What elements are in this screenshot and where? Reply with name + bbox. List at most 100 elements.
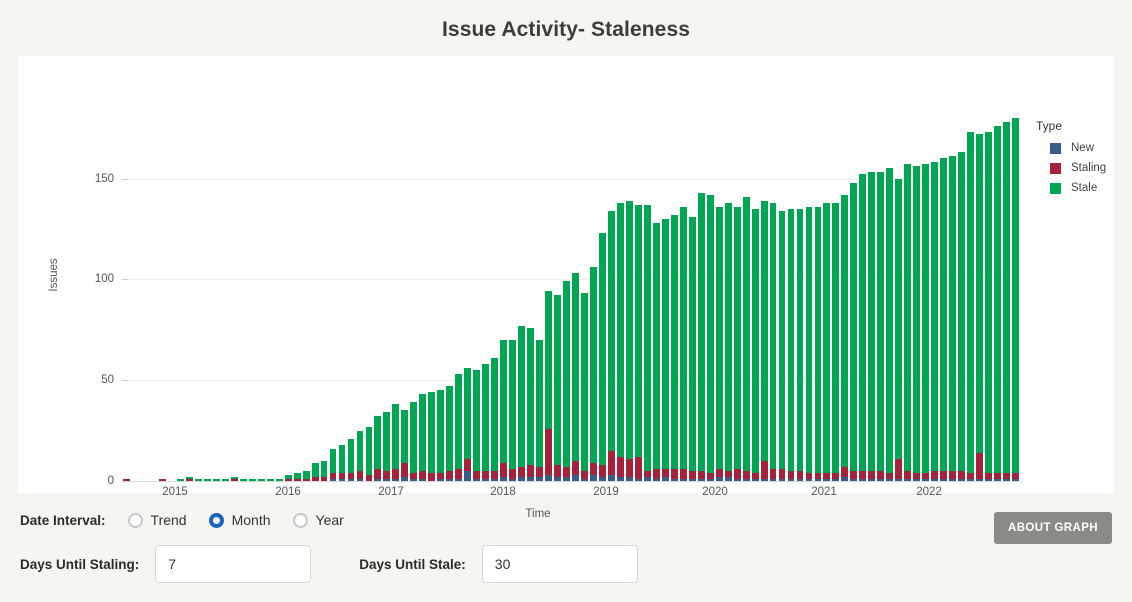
days-until-stale-input[interactable]: [482, 545, 638, 583]
bar-column[interactable]: [868, 118, 875, 481]
bar-column[interactable]: [563, 118, 570, 481]
bar-column[interactable]: [231, 118, 238, 481]
bar-column[interactable]: [294, 118, 301, 481]
bar-column[interactable]: [931, 118, 938, 481]
bar-column[interactable]: [213, 118, 220, 481]
bar-column[interactable]: [374, 118, 381, 481]
bar-column[interactable]: [186, 118, 193, 481]
bar-column[interactable]: [527, 118, 534, 481]
bar-column[interactable]: [832, 118, 839, 481]
bar-column[interactable]: [698, 118, 705, 481]
bar-column[interactable]: [276, 118, 283, 481]
bar-column[interactable]: [1012, 118, 1019, 481]
bar-column[interactable]: [500, 118, 507, 481]
bar-column[interactable]: [635, 118, 642, 481]
bar-column[interactable]: [366, 118, 373, 481]
bar-column[interactable]: [491, 118, 498, 481]
bar-column[interactable]: [554, 118, 561, 481]
bar-column[interactable]: [590, 118, 597, 481]
bar-column[interactable]: [761, 118, 768, 481]
bar-column[interactable]: [806, 118, 813, 481]
bar-column[interactable]: [455, 118, 462, 481]
bar-column[interactable]: [159, 118, 166, 481]
bar-column[interactable]: [383, 118, 390, 481]
bar-column[interactable]: [123, 118, 130, 481]
about-graph-button[interactable]: ABOUT GRAPH: [994, 512, 1112, 544]
bar-column[interactable]: [132, 118, 139, 481]
radio-option-year[interactable]: Year: [293, 512, 344, 528]
bar-column[interactable]: [976, 118, 983, 481]
bar-column[interactable]: [581, 118, 588, 481]
bar-column[interactable]: [626, 118, 633, 481]
bar-column[interactable]: [473, 118, 480, 481]
bar-column[interactable]: [330, 118, 337, 481]
bar-column[interactable]: [437, 118, 444, 481]
bar-column[interactable]: [536, 118, 543, 481]
bar-column[interactable]: [312, 118, 319, 481]
bar-column[interactable]: [617, 118, 624, 481]
bar-column[interactable]: [401, 118, 408, 481]
bar-column[interactable]: [545, 118, 552, 481]
legend-item-new[interactable]: New: [1050, 142, 1106, 154]
bar-column[interactable]: [572, 118, 579, 481]
bar-column[interactable]: [949, 118, 956, 481]
bar-column[interactable]: [662, 118, 669, 481]
bar-column[interactable]: [357, 118, 364, 481]
bar-column[interactable]: [734, 118, 741, 481]
bar-column[interactable]: [653, 118, 660, 481]
bar-column[interactable]: [446, 118, 453, 481]
bar-column[interactable]: [482, 118, 489, 481]
bar-column[interactable]: [195, 118, 202, 481]
bar-column[interactable]: [518, 118, 525, 481]
bar-column[interactable]: [716, 118, 723, 481]
legend-item-stale[interactable]: Stale: [1050, 182, 1106, 194]
date-interval-radio-group[interactable]: TrendMonthYear: [128, 512, 366, 528]
bar-column[interactable]: [850, 118, 857, 481]
bar-plot-area[interactable]: [122, 118, 1020, 481]
bar-column[interactable]: [841, 118, 848, 481]
bar-column[interactable]: [752, 118, 759, 481]
bar-column[interactable]: [240, 118, 247, 481]
legend-item-staling[interactable]: Staling: [1050, 162, 1106, 174]
bar-column[interactable]: [168, 118, 175, 481]
radio-year-icon[interactable]: [293, 513, 308, 528]
bar-column[interactable]: [177, 118, 184, 481]
bar-column[interactable]: [904, 118, 911, 481]
bar-column[interactable]: [886, 118, 893, 481]
bar-column[interactable]: [815, 118, 822, 481]
bar-column[interactable]: [779, 118, 786, 481]
bar-column[interactable]: [150, 118, 157, 481]
bar-column[interactable]: [644, 118, 651, 481]
bar-column[interactable]: [428, 118, 435, 481]
bar-column[interactable]: [464, 118, 471, 481]
bar-column[interactable]: [859, 118, 866, 481]
radio-trend-icon[interactable]: [128, 513, 143, 528]
bar-column[interactable]: [877, 118, 884, 481]
bar-column[interactable]: [348, 118, 355, 481]
bar-column[interactable]: [608, 118, 615, 481]
bar-column[interactable]: [419, 118, 426, 481]
bar-column[interactable]: [967, 118, 974, 481]
bar-column[interactable]: [922, 118, 929, 481]
bar-column[interactable]: [940, 118, 947, 481]
bar-column[interactable]: [222, 118, 229, 481]
bar-column[interactable]: [797, 118, 804, 481]
bar-column[interactable]: [141, 118, 148, 481]
bar-column[interactable]: [743, 118, 750, 481]
bar-column[interactable]: [680, 118, 687, 481]
bar-column[interactable]: [599, 118, 606, 481]
bar-column[interactable]: [895, 118, 902, 481]
bar-column[interactable]: [339, 118, 346, 481]
bar-column[interactable]: [321, 118, 328, 481]
bar-column[interactable]: [994, 118, 1001, 481]
bar-column[interactable]: [1003, 118, 1010, 481]
bar-column[interactable]: [410, 118, 417, 481]
bar-column[interactable]: [267, 118, 274, 481]
bar-column[interactable]: [913, 118, 920, 481]
bar-column[interactable]: [392, 118, 399, 481]
bar-column[interactable]: [725, 118, 732, 481]
radio-option-month[interactable]: Month: [209, 512, 271, 528]
radio-month-icon[interactable]: [209, 513, 224, 528]
bar-column[interactable]: [788, 118, 795, 481]
bar-column[interactable]: [823, 118, 830, 481]
